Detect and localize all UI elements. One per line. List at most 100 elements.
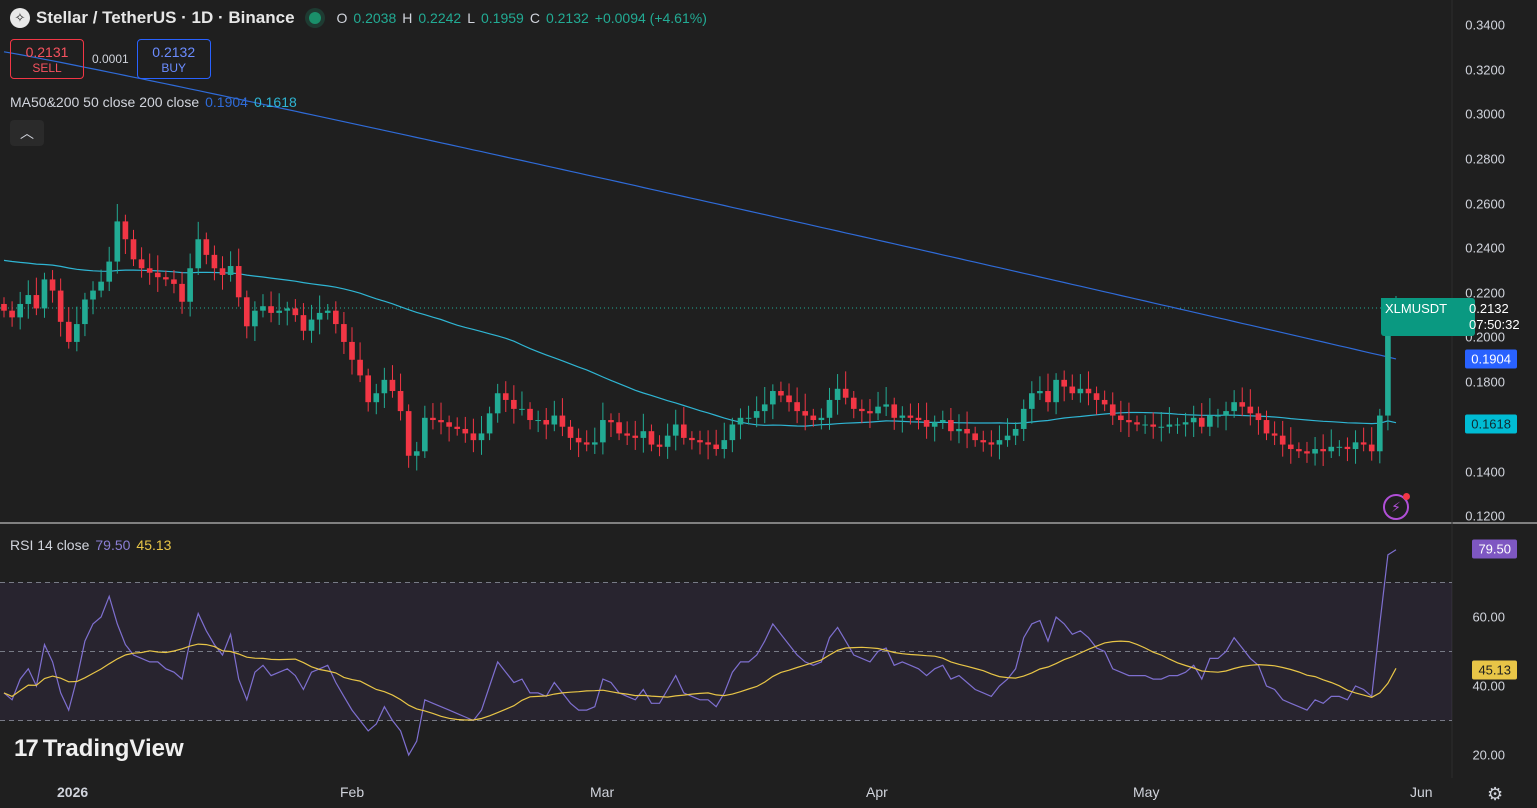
candle-body (664, 435, 671, 447)
rsi-legend-value: 79.50 (95, 537, 131, 553)
alert-icon[interactable]: ⚡ (1383, 493, 1410, 520)
candle-body (980, 440, 987, 443)
gear-icon[interactable]: ⚙ (1487, 784, 1503, 805)
ma-indicator-legend[interactable]: MA50&200 50 close 200 close 0.1904 0.161… (10, 94, 297, 110)
candle-body (923, 420, 930, 427)
candle-body (640, 431, 647, 438)
candle-body (1223, 411, 1229, 416)
candle-body (608, 420, 614, 423)
price-axis-label: 0.3400 (1465, 17, 1505, 33)
tradingview-logo[interactable]: 17 TradingView (14, 735, 184, 763)
buy-button[interactable]: 0.2132 BUY (136, 39, 211, 79)
candle-body (1069, 386, 1076, 394)
candle-body (316, 312, 323, 320)
candle-body (446, 422, 452, 427)
candle-body (478, 433, 485, 441)
candle-body (284, 308, 291, 311)
chart-canvas[interactable] (0, 0, 1537, 808)
symbol-title[interactable]: Stellar / TetherUS · 1D · Binance (36, 8, 295, 28)
spread-value: 0.0001 (92, 52, 129, 66)
candle-body (600, 420, 606, 443)
candle-body (122, 221, 129, 240)
candle-body (1045, 391, 1051, 403)
candle-body (187, 268, 193, 302)
candle-body (939, 420, 946, 423)
candle-body (770, 391, 776, 405)
sell-label: SELL (32, 60, 62, 75)
candle-body (1231, 402, 1237, 412)
rsi-indicator-legend[interactable]: RSI 14 close 79.50 45.13 (10, 537, 171, 553)
candle-body (114, 221, 121, 262)
candle-body (438, 420, 444, 423)
candle-body (1328, 446, 1335, 452)
price-axis-label: 0.1800 (1465, 374, 1505, 390)
notification-dot (1403, 493, 1410, 500)
candle-body (300, 315, 307, 331)
stellar-icon[interactable]: ✧ (10, 8, 30, 28)
collapse-legend-button[interactable]: ︿ (10, 120, 44, 146)
rsi-ma-tag: 45.13 (1472, 660, 1517, 680)
candle-body (1352, 442, 1359, 450)
candle-body (721, 440, 728, 450)
candle-body (1012, 428, 1019, 436)
candle-body (1053, 379, 1059, 403)
time-axis-label: Feb (340, 784, 365, 800)
candle-body (834, 388, 841, 400)
candle-body (33, 295, 40, 309)
candle-body (680, 424, 687, 438)
candle-body (713, 444, 720, 450)
candle-body (567, 426, 574, 438)
candle-body (511, 399, 517, 409)
candle-body (1215, 415, 1221, 417)
candle-body (1142, 424, 1148, 426)
candle-body (154, 272, 161, 278)
candle-body (195, 239, 202, 269)
candle-body (405, 411, 412, 456)
close-value: 0.2132 (545, 10, 589, 26)
candle-body (1101, 399, 1108, 405)
candle-body (1320, 449, 1326, 452)
ma200-tag: 0.1618 (1465, 414, 1517, 434)
rsi-tag: 79.50 (1472, 539, 1517, 559)
chevron-up-icon: ︿ (20, 125, 34, 141)
candle-body (1166, 424, 1173, 427)
candle-body (1279, 435, 1286, 445)
candle-body (1126, 420, 1132, 423)
time-axis-label: Mar (590, 784, 615, 800)
candle-body (786, 395, 792, 403)
candle-body (1296, 449, 1302, 452)
low-value: 0.1959 (481, 10, 524, 26)
candle-body (875, 406, 881, 414)
candle-body (17, 303, 24, 318)
tradingview-logo-icon: 17 (14, 735, 39, 762)
candle-body (519, 408, 525, 410)
candle-body (179, 283, 185, 302)
candle-body (1304, 451, 1310, 454)
candle-body (745, 417, 752, 419)
open-key: O (336, 10, 348, 26)
buy-price: 0.2132 (152, 43, 196, 60)
candle-body (268, 306, 274, 313)
sell-button[interactable]: 0.2131 SELL (10, 39, 84, 79)
candle-body (106, 261, 113, 282)
candle-body (632, 435, 639, 438)
candle-body (1247, 406, 1254, 414)
candle-body (535, 420, 541, 422)
candle-body (413, 451, 420, 456)
ma-legend-label: MA50&200 50 close 200 close (10, 94, 200, 110)
candle-body (243, 297, 250, 327)
candle-body (802, 411, 809, 416)
change-value: +0.0094 (+4.61%) (594, 10, 707, 26)
candle-body (648, 431, 655, 445)
market-status-icon[interactable] (308, 12, 321, 24)
candle-body (292, 308, 299, 316)
candle-body (397, 391, 404, 412)
candle-body (778, 391, 784, 396)
candle-body (341, 324, 347, 342)
rsi-axis-label: 60.00 (1472, 609, 1505, 625)
candle-body (494, 393, 501, 414)
candle-body (1158, 426, 1165, 428)
candle-body (1344, 446, 1351, 450)
candle-body (235, 266, 242, 298)
candle-body (543, 420, 550, 425)
